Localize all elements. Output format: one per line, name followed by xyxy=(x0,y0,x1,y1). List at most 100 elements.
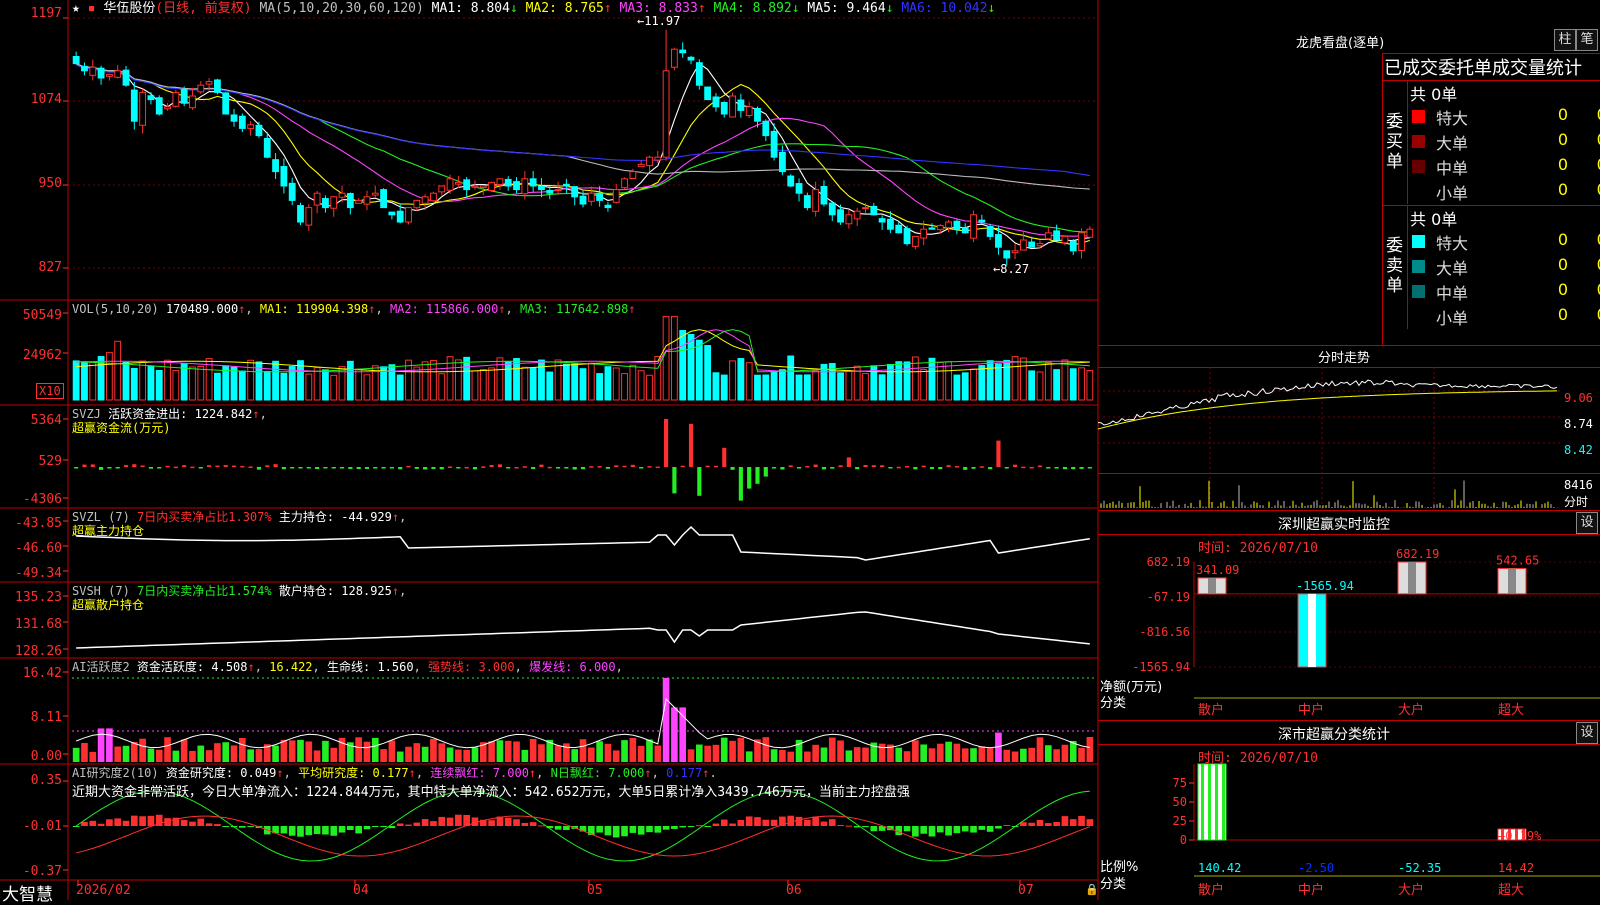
chart-period[interactable]: (日线, 前复权) xyxy=(155,1,251,16)
ai-bar xyxy=(513,741,520,762)
ai-bar xyxy=(878,743,886,762)
ai-bar xyxy=(1003,749,1011,762)
ai-bar xyxy=(1061,744,1069,762)
vol-unit-badge[interactable]: X10 xyxy=(36,383,64,399)
bar-view-button[interactable]: 柱 xyxy=(1554,29,1576,51)
ma6-line xyxy=(75,64,1090,177)
candle-body xyxy=(388,211,396,216)
research-bar xyxy=(421,819,429,826)
candle-body xyxy=(413,199,421,209)
svzj-bar xyxy=(157,467,162,469)
research-bar xyxy=(504,817,512,826)
sz-axis-cat: 分类 xyxy=(1100,696,1127,711)
volume-bar xyxy=(280,372,288,401)
svzj-bar xyxy=(439,467,444,470)
ai-bar xyxy=(687,749,695,762)
research-bar xyxy=(837,825,844,827)
research-tick-mid: -0.01 xyxy=(22,819,62,834)
candle-body xyxy=(421,196,429,204)
svzj-bar xyxy=(830,467,835,469)
svzj-bar xyxy=(198,467,203,469)
ai-bar xyxy=(745,751,753,762)
candle-body xyxy=(371,192,379,196)
candle-body xyxy=(762,120,770,137)
candle-body xyxy=(654,156,662,161)
svzj-bar xyxy=(273,464,278,467)
candle-body xyxy=(454,181,462,185)
order-row-2: 大单 0 0% xyxy=(1408,255,1600,279)
svzj-bar xyxy=(963,467,968,470)
research-bar xyxy=(804,819,811,826)
svzl-panel-header: SVZL (7) 7日内买卖净占比1.307% 主力持仓: -44.929↑, xyxy=(72,510,407,524)
lock-icon[interactable]: 🔒 xyxy=(1085,883,1099,896)
volume-bar xyxy=(122,361,130,401)
svzj-bar xyxy=(763,467,768,477)
candle-body xyxy=(729,95,736,118)
ai-bar xyxy=(388,740,396,762)
ai-bar xyxy=(521,749,529,762)
ai-bar xyxy=(305,741,313,762)
volume-bar xyxy=(189,366,196,401)
candle-body xyxy=(1061,235,1069,244)
ai-bar xyxy=(646,739,653,762)
ai-bar xyxy=(986,748,994,762)
ai-bar xyxy=(455,749,462,762)
order-size-label: 中单 xyxy=(1436,284,1469,303)
svzj-bar xyxy=(373,467,378,469)
star-icon[interactable]: ★ xyxy=(72,1,80,16)
research-bar xyxy=(222,826,230,827)
tick-view-button[interactable]: 笔 xyxy=(1576,29,1598,51)
candle-body xyxy=(263,137,271,158)
cls-tick-label: 0 xyxy=(1180,833,1187,847)
swatch xyxy=(1412,160,1425,173)
sz-tick-label: -1565.94 xyxy=(1132,660,1190,674)
volume-bar xyxy=(953,374,961,401)
volume-bar xyxy=(139,360,147,401)
flag-icon: ▪ xyxy=(87,1,96,16)
svzj-tick-mid: 529 xyxy=(38,454,62,469)
intraday-panel[interactable]: 分时走势 9.06 8.74 8.42 8416 分时 xyxy=(1098,345,1600,510)
ai-bar xyxy=(779,750,786,762)
research-bar xyxy=(820,821,828,826)
candle-body xyxy=(521,178,529,195)
brand-logo[interactable]: 大智慧 xyxy=(2,880,53,905)
volume-bar xyxy=(670,315,678,401)
svzj-bar xyxy=(688,423,694,467)
svzj-bar xyxy=(904,465,910,468)
candle-body xyxy=(953,220,961,230)
candle-body xyxy=(230,114,238,122)
x-tick-may: 05 xyxy=(587,883,603,898)
volume-bar xyxy=(164,359,171,401)
candle-body xyxy=(853,210,861,220)
ai-bar xyxy=(272,745,279,762)
research-bar xyxy=(986,826,994,832)
main-chart-header: ★ ▪ 华伍股份(日线, 前复权) MA(5,10,20,30,60,120) … xyxy=(72,1,996,16)
order-size-label: 中单 xyxy=(1436,159,1469,178)
volume-bar xyxy=(687,333,695,401)
svzj-bar xyxy=(564,467,569,469)
research-bar xyxy=(970,826,977,833)
class-ratio-bars: 75 50 25 0 140.42 散户 -2.50 中户 -52.35 大户 14.42 超大 xyxy=(1173,763,1600,898)
volume-bar xyxy=(172,369,180,401)
research-bar xyxy=(671,826,678,829)
stock-name[interactable]: 华伍股份 xyxy=(103,1,155,16)
svsh-line xyxy=(76,611,1090,649)
sz-monitor-panel: 深圳超赢实时监控 设 时间: 2026/07/10 682.19 -67.19 -8… xyxy=(1098,510,1600,720)
svzj-bars xyxy=(74,419,1092,501)
research-bar xyxy=(812,816,819,826)
research-bar xyxy=(147,815,155,826)
candle-body xyxy=(430,192,437,202)
svzj-bar xyxy=(107,467,112,469)
svzj-bar xyxy=(389,467,394,469)
order-percent: 0% xyxy=(1578,305,1600,324)
candle-body xyxy=(355,199,363,204)
ai-bar xyxy=(189,750,196,762)
candle-body xyxy=(895,224,903,234)
volume-bar xyxy=(89,361,97,401)
candle-body xyxy=(89,66,97,76)
volume-bar xyxy=(155,369,163,401)
sz-tick-label: 682.19 xyxy=(1147,555,1190,569)
candle-body xyxy=(272,159,279,173)
volume-bar xyxy=(430,360,437,401)
research-bar xyxy=(97,823,105,826)
